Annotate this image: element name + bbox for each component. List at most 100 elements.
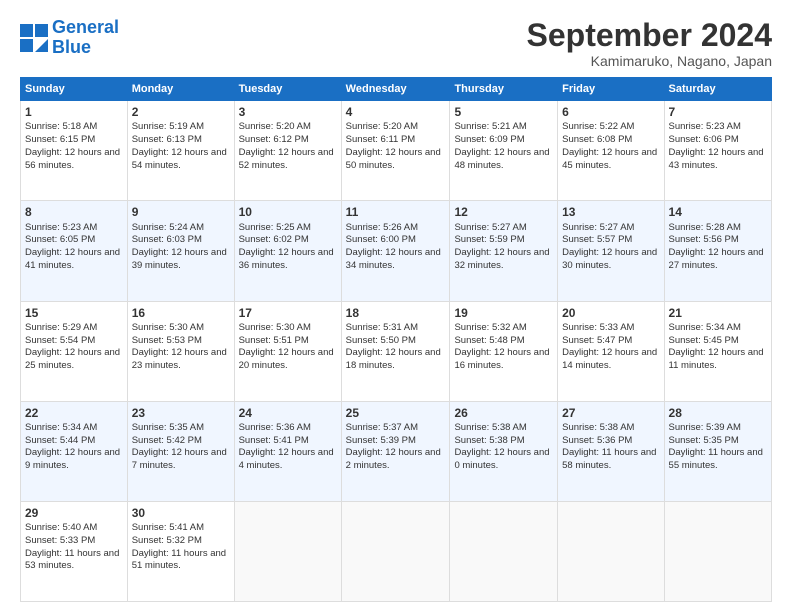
day-number: 15 — [25, 305, 123, 321]
day-number: 8 — [25, 204, 123, 220]
sunset-text: Sunset: 5:42 PM — [132, 435, 230, 448]
sunset-text: Sunset: 6:00 PM — [346, 234, 446, 247]
calendar-cell: 1Sunrise: 5:18 AMSunset: 6:15 PMDaylight… — [21, 101, 128, 201]
daylight-text: Daylight: 12 hours and 36 minutes. — [239, 247, 337, 273]
sunrise-text: Sunrise: 5:29 AM — [25, 322, 123, 335]
calendar-cell: 5Sunrise: 5:21 AMSunset: 6:09 PMDaylight… — [450, 101, 558, 201]
daylight-text: Daylight: 11 hours and 53 minutes. — [25, 548, 123, 574]
calendar-cell: 3Sunrise: 5:20 AMSunset: 6:12 PMDaylight… — [234, 101, 341, 201]
sunrise-text: Sunrise: 5:40 AM — [25, 522, 123, 535]
daylight-text: Daylight: 12 hours and 14 minutes. — [562, 347, 659, 373]
sunrise-text: Sunrise: 5:38 AM — [562, 422, 659, 435]
sunrise-text: Sunrise: 5:30 AM — [239, 322, 337, 335]
logo-line2: Blue — [52, 37, 91, 57]
calendar-table: Sunday Monday Tuesday Wednesday Thursday… — [20, 77, 772, 602]
sunset-text: Sunset: 6:13 PM — [132, 134, 230, 147]
logo-icon — [20, 24, 48, 52]
sunrise-text: Sunrise: 5:20 AM — [239, 121, 337, 134]
calendar-header-row: Sunday Monday Tuesday Wednesday Thursday… — [21, 78, 772, 101]
day-number: 29 — [25, 505, 123, 521]
day-number: 23 — [132, 405, 230, 421]
calendar-cell: 18Sunrise: 5:31 AMSunset: 5:50 PMDayligh… — [341, 301, 450, 401]
calendar-cell: 22Sunrise: 5:34 AMSunset: 5:44 PMDayligh… — [21, 401, 128, 501]
sunset-text: Sunset: 6:09 PM — [454, 134, 553, 147]
day-number: 7 — [669, 104, 767, 120]
sunset-text: Sunset: 5:38 PM — [454, 435, 553, 448]
sunset-text: Sunset: 6:03 PM — [132, 234, 230, 247]
day-number: 25 — [346, 405, 446, 421]
daylight-text: Daylight: 12 hours and 20 minutes. — [239, 347, 337, 373]
sunrise-text: Sunrise: 5:22 AM — [562, 121, 659, 134]
sunrise-text: Sunrise: 5:30 AM — [132, 322, 230, 335]
sunset-text: Sunset: 6:08 PM — [562, 134, 659, 147]
day-number: 12 — [454, 204, 553, 220]
sunrise-text: Sunrise: 5:27 AM — [454, 222, 553, 235]
daylight-text: Daylight: 12 hours and 9 minutes. — [25, 447, 123, 473]
daylight-text: Daylight: 12 hours and 25 minutes. — [25, 347, 123, 373]
sunset-text: Sunset: 5:41 PM — [239, 435, 337, 448]
sunset-text: Sunset: 5:59 PM — [454, 234, 553, 247]
month-title: September 2024 — [527, 18, 772, 53]
daylight-text: Daylight: 12 hours and 32 minutes. — [454, 247, 553, 273]
sunrise-text: Sunrise: 5:19 AM — [132, 121, 230, 134]
sunrise-text: Sunrise: 5:33 AM — [562, 322, 659, 335]
daylight-text: Daylight: 12 hours and 56 minutes. — [25, 147, 123, 173]
page: General Blue September 2024 Kamimaruko, … — [0, 0, 792, 612]
logo-text: General Blue — [52, 18, 119, 58]
sunrise-text: Sunrise: 5:26 AM — [346, 222, 446, 235]
sunrise-text: Sunrise: 5:37 AM — [346, 422, 446, 435]
calendar-cell: 24Sunrise: 5:36 AMSunset: 5:41 PMDayligh… — [234, 401, 341, 501]
sunset-text: Sunset: 6:06 PM — [669, 134, 767, 147]
daylight-text: Daylight: 12 hours and 41 minutes. — [25, 247, 123, 273]
calendar-row-5: 29Sunrise: 5:40 AMSunset: 5:33 PMDayligh… — [21, 501, 772, 601]
day-number: 11 — [346, 204, 446, 220]
calendar-cell: 8Sunrise: 5:23 AMSunset: 6:05 PMDaylight… — [21, 201, 128, 301]
logo-line1: General — [52, 17, 119, 37]
sunset-text: Sunset: 5:36 PM — [562, 435, 659, 448]
daylight-text: Daylight: 12 hours and 39 minutes. — [132, 247, 230, 273]
col-tuesday: Tuesday — [234, 78, 341, 101]
sunrise-text: Sunrise: 5:20 AM — [346, 121, 446, 134]
title-area: September 2024 Kamimaruko, Nagano, Japan — [527, 18, 772, 69]
sunset-text: Sunset: 5:44 PM — [25, 435, 123, 448]
calendar-cell: 23Sunrise: 5:35 AMSunset: 5:42 PMDayligh… — [127, 401, 234, 501]
day-number: 19 — [454, 305, 553, 321]
calendar-cell — [664, 501, 771, 601]
sunset-text: Sunset: 5:47 PM — [562, 335, 659, 348]
col-wednesday: Wednesday — [341, 78, 450, 101]
daylight-text: Daylight: 11 hours and 58 minutes. — [562, 447, 659, 473]
day-number: 10 — [239, 204, 337, 220]
daylight-text: Daylight: 12 hours and 18 minutes. — [346, 347, 446, 373]
day-number: 16 — [132, 305, 230, 321]
calendar-cell: 16Sunrise: 5:30 AMSunset: 5:53 PMDayligh… — [127, 301, 234, 401]
sunset-text: Sunset: 6:12 PM — [239, 134, 337, 147]
calendar-cell: 21Sunrise: 5:34 AMSunset: 5:45 PMDayligh… — [664, 301, 771, 401]
sunrise-text: Sunrise: 5:28 AM — [669, 222, 767, 235]
calendar-cell — [558, 501, 664, 601]
calendar-cell — [341, 501, 450, 601]
sunset-text: Sunset: 5:48 PM — [454, 335, 553, 348]
sunrise-text: Sunrise: 5:27 AM — [562, 222, 659, 235]
day-number: 1 — [25, 104, 123, 120]
day-number: 21 — [669, 305, 767, 321]
calendar-cell: 19Sunrise: 5:32 AMSunset: 5:48 PMDayligh… — [450, 301, 558, 401]
calendar-cell: 6Sunrise: 5:22 AMSunset: 6:08 PMDaylight… — [558, 101, 664, 201]
location: Kamimaruko, Nagano, Japan — [527, 53, 772, 69]
calendar-cell: 15Sunrise: 5:29 AMSunset: 5:54 PMDayligh… — [21, 301, 128, 401]
sunset-text: Sunset: 5:54 PM — [25, 335, 123, 348]
day-number: 18 — [346, 305, 446, 321]
sunset-text: Sunset: 5:33 PM — [25, 535, 123, 548]
sunset-text: Sunset: 6:02 PM — [239, 234, 337, 247]
sunrise-text: Sunrise: 5:39 AM — [669, 422, 767, 435]
daylight-text: Daylight: 12 hours and 48 minutes. — [454, 147, 553, 173]
sunset-text: Sunset: 6:05 PM — [25, 234, 123, 247]
calendar-cell: 12 Sunrise: 5:27 AMSunset: 5:59 PMDayligh… — [450, 201, 558, 301]
header: General Blue September 2024 Kamimaruko, … — [20, 18, 772, 69]
daylight-text: Daylight: 12 hours and 4 minutes. — [239, 447, 337, 473]
sunset-text: Sunset: 5:53 PM — [132, 335, 230, 348]
calendar-cell — [234, 501, 341, 601]
calendar-cell: 26Sunrise: 5:38 AMSunset: 5:38 PMDayligh… — [450, 401, 558, 501]
day-number: 30 — [132, 505, 230, 521]
logo: General Blue — [20, 18, 119, 58]
sunset-text: Sunset: 6:11 PM — [346, 134, 446, 147]
